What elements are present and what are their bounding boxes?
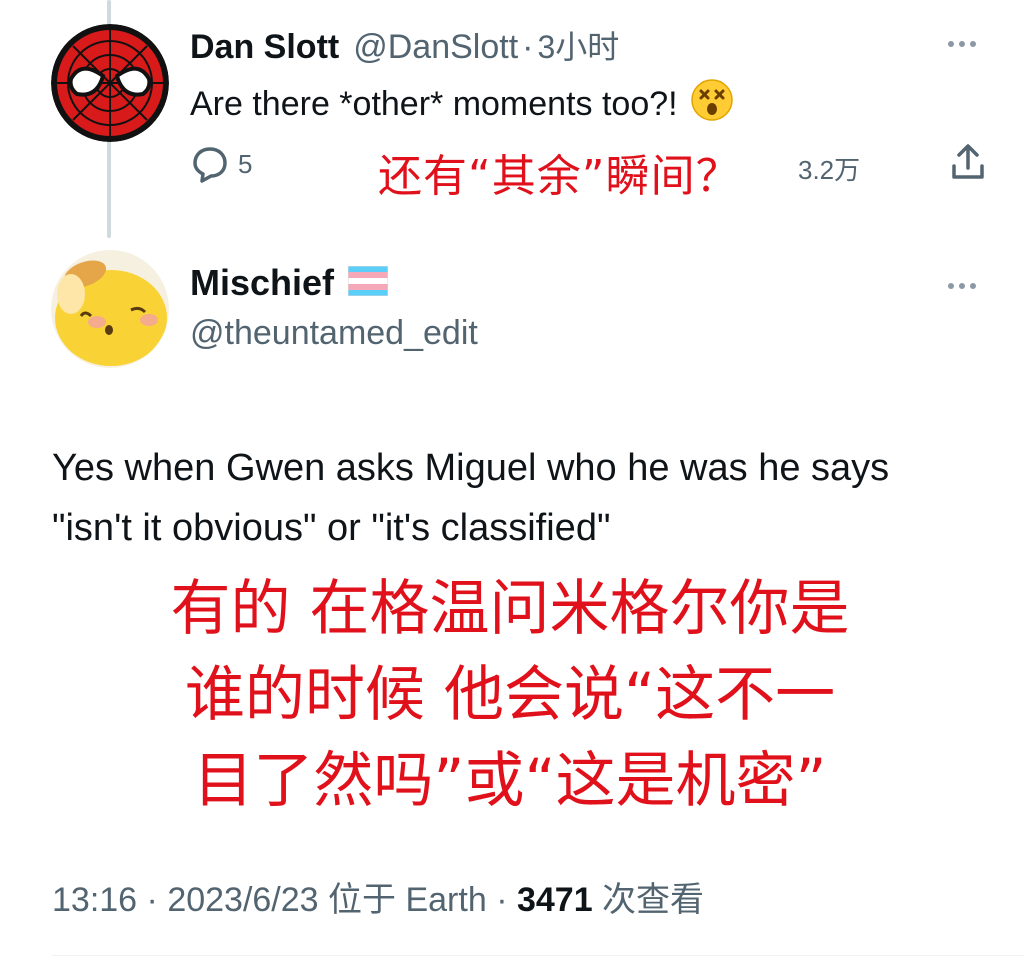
translation-overlay-reply: 还有“其余”瞬间？	[378, 151, 741, 202]
divider	[52, 955, 1024, 956]
views-number[interactable]: 3471	[517, 881, 593, 919]
views-label: 次查看	[592, 881, 705, 919]
translation-line-3: 目了然吗”或“这是机密”	[193, 746, 827, 816]
tweet-location: 位于 Earth	[318, 881, 487, 919]
more-options-icon[interactable]	[948, 276, 988, 296]
display-name[interactable]: Mischief	[190, 262, 334, 304]
yellow-character-icon	[51, 250, 169, 368]
display-name[interactable]: Dan Slott	[190, 28, 339, 67]
reply-tweet-text: Are there *other* moments too?!	[190, 78, 734, 131]
tweet-meta-footer: 13:16 · 2023/6/23 位于 Earth · 3471 次查看	[52, 872, 704, 921]
user-handle[interactable]: @DanSlott	[353, 28, 518, 67]
more-options-icon[interactable]	[948, 34, 988, 54]
reply-bubble-icon	[193, 147, 227, 183]
reply-count: 5	[238, 148, 253, 179]
main-tweet-header: Mischief	[190, 262, 389, 304]
spiderman-mask-icon	[51, 24, 169, 142]
tweet-time[interactable]: 13:16	[52, 881, 137, 919]
share-icon[interactable]	[948, 142, 988, 182]
transgender-flag-icon	[347, 265, 389, 301]
separator-dot: ·	[137, 881, 168, 919]
translation-line-1: 有的 在格温问米格尔你是	[170, 574, 850, 644]
dizzy-face-emoji-icon	[690, 78, 734, 131]
reply-button[interactable]: 5	[190, 144, 252, 184]
separator-dot: ·	[486, 881, 517, 919]
separator-dot: ·	[522, 28, 534, 66]
tweet-timestamp[interactable]: 3小时	[537, 22, 619, 68]
tweet-date[interactable]: 2023/6/23	[167, 881, 318, 919]
translation-line-2: 谁的时候 他会说“这不一	[184, 660, 836, 730]
user-handle[interactable]: @theuntamed_edit	[190, 314, 478, 353]
avatar-dan-slott[interactable]	[51, 24, 169, 142]
views-count[interactable]: 3.2万	[798, 150, 860, 187]
avatar-mischief[interactable]	[51, 250, 169, 368]
reply-tweet-header: Dan Slott @DanSlott · 3小时	[190, 22, 619, 68]
reply-tweet-body: Are there *other* moments too?!	[190, 85, 678, 123]
translation-overlay-main: 有的 在格温问米格尔你是 谁的时候 他会说“这不一 目了然吗”或“这是机密”	[90, 566, 930, 824]
main-tweet-text: Yes when Gwen asks Miguel who he was he …	[52, 447, 890, 549]
